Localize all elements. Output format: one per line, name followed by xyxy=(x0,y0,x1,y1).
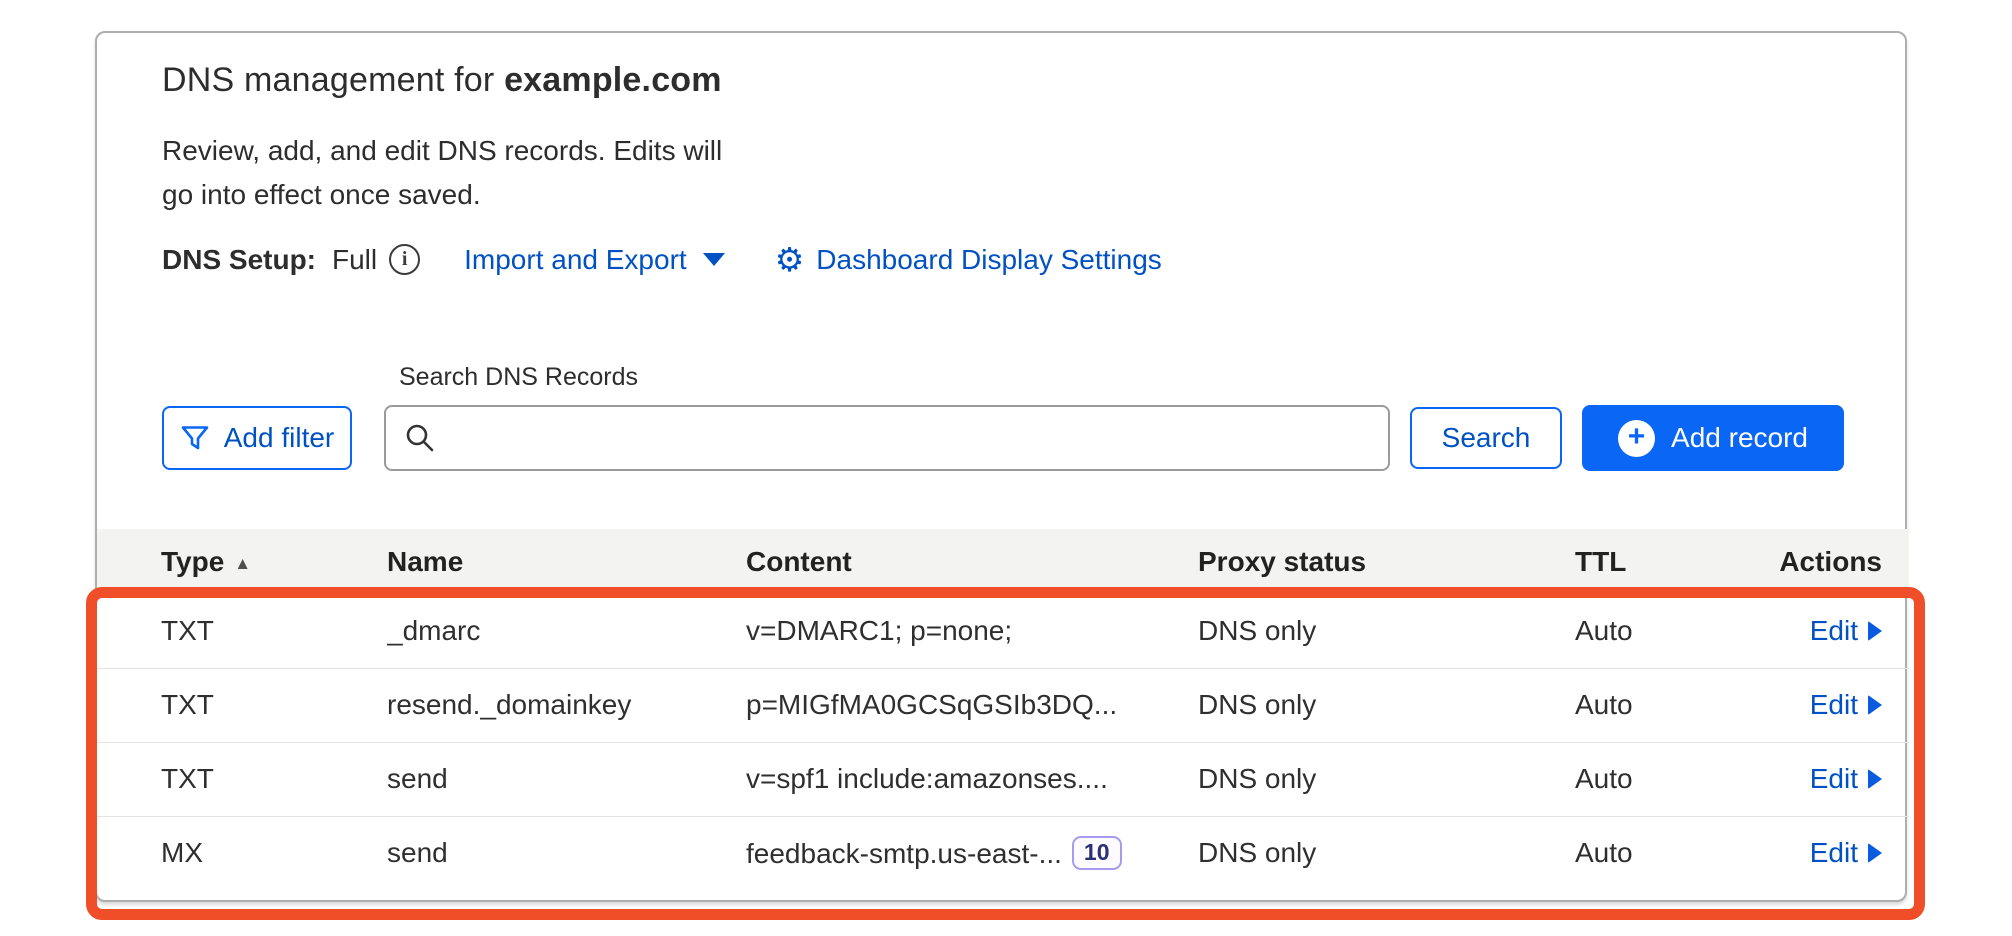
cell-name: send xyxy=(387,742,746,816)
column-header-content[interactable]: Content xyxy=(746,529,1198,594)
cell-type: TXT xyxy=(97,742,387,816)
table-row: TXT send v=spf1 include:amazonses.... DN… xyxy=(97,742,1909,816)
dns-management-card: DNS management for example.com Review, a… xyxy=(95,31,1907,902)
search-dns-records-label: Search DNS Records xyxy=(399,363,638,392)
filter-funnel-icon xyxy=(180,423,210,453)
add-filter-label: Add filter xyxy=(224,422,335,454)
controls-row: Add filter Search + Add record xyxy=(162,405,1844,471)
page-title-prefix: DNS management for xyxy=(162,61,504,99)
cell-content: v=DMARC1; p=none; xyxy=(746,594,1198,668)
edit-record-button[interactable]: Edit xyxy=(1810,689,1882,721)
edit-record-button[interactable]: Edit xyxy=(1810,763,1882,795)
column-header-type[interactable]: Type▲ xyxy=(97,529,387,594)
table-row: TXT _dmarc v=DMARC1; p=none; DNS only Au… xyxy=(97,594,1909,668)
table-row: TXT resend._domainkey p=MIGfMA0GCSqGSIb3… xyxy=(97,668,1909,742)
cell-ttl: Auto xyxy=(1575,742,1760,816)
cell-ttl: Auto xyxy=(1575,594,1760,668)
chevron-right-icon xyxy=(1868,621,1882,641)
cell-content: v=spf1 include:amazonses.... xyxy=(746,742,1198,816)
edit-record-button[interactable]: Edit xyxy=(1810,837,1882,869)
plus-icon: + xyxy=(1618,420,1655,457)
add-filter-button[interactable]: Add filter xyxy=(162,406,352,470)
gear-icon: ⚙ xyxy=(775,243,805,276)
search-icon xyxy=(404,422,436,454)
cell-proxy-status: DNS only xyxy=(1198,594,1575,668)
page-title-domain: example.com xyxy=(504,61,722,99)
search-button[interactable]: Search xyxy=(1410,407,1562,469)
cell-type: TXT xyxy=(97,668,387,742)
import-export-label: Import and Export xyxy=(464,244,687,276)
edit-record-button[interactable]: Edit xyxy=(1810,615,1882,647)
column-header-ttl[interactable]: TTL xyxy=(1575,529,1760,594)
page-title: DNS management for example.com xyxy=(162,61,722,100)
cell-ttl: Auto xyxy=(1575,668,1760,742)
column-header-actions: Actions xyxy=(1760,529,1909,594)
table-header-row: Type▲ Name Content Proxy status TTL Acti… xyxy=(97,529,1909,594)
table-row: MX send feedback-smtp.us-east-...10 DNS … xyxy=(97,816,1909,890)
search-box[interactable] xyxy=(384,405,1390,471)
page-subtitle: Review, add, and edit DNS records. Edits… xyxy=(162,129,722,217)
cell-type: MX xyxy=(97,816,387,890)
chevron-down-icon xyxy=(703,253,725,266)
subtitle-line-1: Review, add, and edit DNS records. Edits… xyxy=(162,129,722,173)
cell-name: _dmarc xyxy=(387,594,746,668)
column-header-name[interactable]: Name xyxy=(387,529,746,594)
cell-type: TXT xyxy=(97,594,387,668)
column-header-proxy-status[interactable]: Proxy status xyxy=(1198,529,1575,594)
cell-proxy-status: DNS only xyxy=(1198,742,1575,816)
cell-name: send xyxy=(387,816,746,890)
dns-setup-label: DNS Setup: xyxy=(162,244,316,276)
dns-records-table: Type▲ Name Content Proxy status TTL Acti… xyxy=(97,529,1909,890)
search-input[interactable] xyxy=(448,410,1370,466)
cell-proxy-status: DNS only xyxy=(1198,816,1575,890)
subtitle-line-2: go into effect once saved. xyxy=(162,173,722,217)
chevron-right-icon xyxy=(1868,843,1882,863)
info-icon[interactable]: i xyxy=(389,244,420,275)
dns-management-page: DNS management for example.com Review, a… xyxy=(0,0,2012,936)
import-export-link[interactable]: Import and Export xyxy=(464,244,725,276)
add-record-button[interactable]: + Add record xyxy=(1582,405,1844,471)
cell-content: p=MIGfMA0GCSqGSIb3DQ... xyxy=(746,668,1198,742)
sort-ascending-icon: ▲ xyxy=(234,554,251,573)
cell-name: resend._domainkey xyxy=(387,668,746,742)
dashboard-display-settings-link[interactable]: Dashboard Display Settings xyxy=(816,244,1162,276)
add-record-label: Add record xyxy=(1671,422,1808,454)
dns-setup-value: Full xyxy=(332,244,377,276)
cell-proxy-status: DNS only xyxy=(1198,668,1575,742)
chevron-right-icon xyxy=(1868,769,1882,789)
chevron-right-icon xyxy=(1868,695,1882,715)
cell-ttl: Auto xyxy=(1575,816,1760,890)
mx-priority-badge: 10 xyxy=(1072,836,1122,870)
dns-setup-row: DNS Setup: Full i Import and Export ⚙ Da… xyxy=(162,243,1162,276)
cell-content: feedback-smtp.us-east-...10 xyxy=(746,816,1198,890)
